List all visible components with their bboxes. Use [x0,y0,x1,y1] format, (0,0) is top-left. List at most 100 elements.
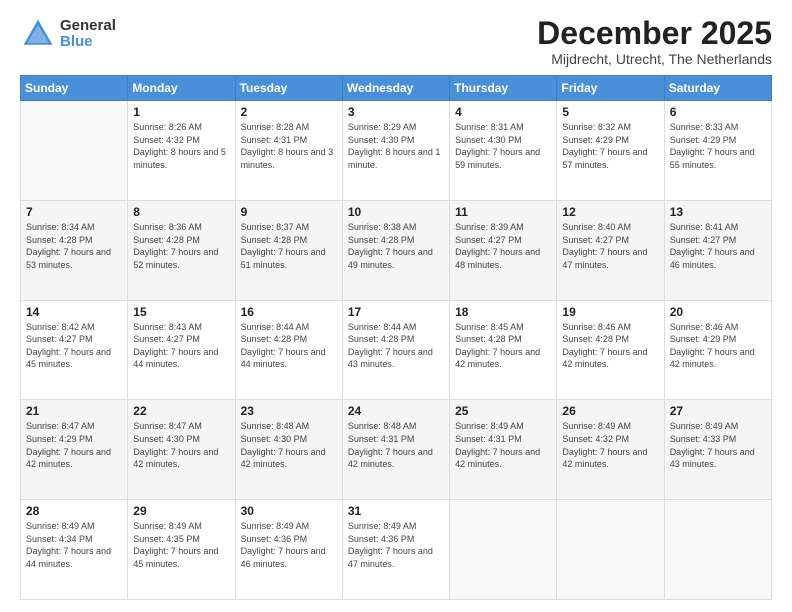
cell-info: Sunrise: 8:28 AMSunset: 4:31 PMDaylight:… [241,121,337,171]
cell-info: Sunrise: 8:44 AMSunset: 4:28 PMDaylight:… [348,321,444,371]
cell-info: Sunrise: 8:49 AMSunset: 4:32 PMDaylight:… [562,420,658,470]
cell-day-number: 15 [133,305,229,319]
page: General Blue December 2025 Mijdrecht, Ut… [0,0,792,612]
cell-info: Sunrise: 8:47 AMSunset: 4:29 PMDaylight:… [26,420,122,470]
cell-info: Sunrise: 8:49 AMSunset: 4:35 PMDaylight:… [133,520,229,570]
cell-day-number: 2 [241,105,337,119]
table-row: 18 Sunrise: 8:45 AMSunset: 4:28 PMDayligh… [450,300,557,400]
cell-info: Sunrise: 8:42 AMSunset: 4:27 PMDaylight:… [26,321,122,371]
table-row: 7Sunrise: 8:34 AMSunset: 4:28 PMDaylight… [21,200,128,300]
table-row: 16 Sunrise: 8:44 AMSunset: 4:28 PMDayligh… [235,300,342,400]
table-row: 24Sunrise: 8:48 AMSunset: 4:31 PMDayligh… [342,400,449,500]
cell-day-number: 20 [670,305,766,319]
cell-info: Sunrise: 8:45 AMSunset: 4:28 PMDaylight:… [455,321,551,371]
cell-info: Sunrise: 8:48 AMSunset: 4:30 PMDaylight:… [241,420,337,470]
month-title: December 2025 [537,16,772,51]
table-row: 1 Sunrise: 8:26 AMSunset: 4:32 PMDaylight… [128,101,235,201]
location: Mijdrecht, Utrecht, The Netherlands [537,51,772,67]
logo-general-text: General [60,18,116,35]
cell-day-number: 17 [348,305,444,319]
table-row: 19Sunrise: 8:46 AMSunset: 4:28 PMDayligh… [557,300,664,400]
cell-info: Sunrise: 8:49 AMSunset: 4:33 PMDaylight:… [670,420,766,470]
cell-day-number: 16 [241,305,337,319]
cell-info: Sunrise: 8:33 AMSunset: 4:29 PMDaylight:… [670,121,766,171]
table-row: 8Sunrise: 8:36 AMSunset: 4:28 PMDaylight… [128,200,235,300]
table-row: 2 Sunrise: 8:28 AMSunset: 4:31 PMDaylight… [235,101,342,201]
cell-day-number: 12 [562,205,658,219]
cell-day-number: 6 [670,105,766,119]
col-saturday: Saturday [664,76,771,101]
cell-info: Sunrise: 8:49 AMSunset: 4:31 PMDaylight:… [455,420,551,470]
table-row: 26Sunrise: 8:49 AMSunset: 4:32 PMDayligh… [557,400,664,500]
cell-day-number: 1 [133,105,229,119]
cell-day-number: 27 [670,404,766,418]
cell-day-number: 31 [348,504,444,518]
cell-info: Sunrise: 8:47 AMSunset: 4:30 PMDaylight:… [133,420,229,470]
cell-info: Sunrise: 8:39 AMSunset: 4:27 PMDaylight:… [455,221,551,271]
cell-day-number: 10 [348,205,444,219]
table-row [664,500,771,600]
table-row: 9 Sunrise: 8:37 AMSunset: 4:28 PMDaylight… [235,200,342,300]
header: General Blue December 2025 Mijdrecht, Ut… [20,16,772,67]
cell-info: Sunrise: 8:46 AMSunset: 4:28 PMDaylight:… [562,321,658,371]
cell-day-number: 14 [26,305,122,319]
table-row: 11 Sunrise: 8:39 AMSunset: 4:27 PMDayligh… [450,200,557,300]
calendar-week-row: 7Sunrise: 8:34 AMSunset: 4:28 PMDaylight… [21,200,772,300]
table-row: 17 Sunrise: 8:44 AMSunset: 4:28 PMDayligh… [342,300,449,400]
logo: General Blue [20,16,116,52]
col-tuesday: Tuesday [235,76,342,101]
col-wednesday: Wednesday [342,76,449,101]
table-row: 13Sunrise: 8:41 AMSunset: 4:27 PMDayligh… [664,200,771,300]
cell-day-number: 9 [241,205,337,219]
cell-day-number: 11 [455,205,551,219]
table-row: 15 Sunrise: 8:43 AMSunset: 4:27 PMDayligh… [128,300,235,400]
table-row [450,500,557,600]
table-row: 22 Sunrise: 8:47 AMSunset: 4:30 PMDayligh… [128,400,235,500]
logo-text: General Blue [60,18,116,51]
cell-info: Sunrise: 8:49 AMSunset: 4:34 PMDaylight:… [26,520,122,570]
cell-info: Sunrise: 8:43 AMSunset: 4:27 PMDaylight:… [133,321,229,371]
header-row: Sunday Monday Tuesday Wednesday Thursday… [21,76,772,101]
logo-icon [20,16,56,52]
cell-info: Sunrise: 8:40 AMSunset: 4:27 PMDaylight:… [562,221,658,271]
cell-day-number: 28 [26,504,122,518]
calendar-week-row: 21 Sunrise: 8:47 AMSunset: 4:29 PMDayligh… [21,400,772,500]
calendar-week-row: 1 Sunrise: 8:26 AMSunset: 4:32 PMDaylight… [21,101,772,201]
logo-blue-text: Blue [60,34,116,51]
cell-info: Sunrise: 8:49 AMSunset: 4:36 PMDaylight:… [348,520,444,570]
col-thursday: Thursday [450,76,557,101]
cell-info: Sunrise: 8:49 AMSunset: 4:36 PMDaylight:… [241,520,337,570]
table-row: 14 Sunrise: 8:42 AMSunset: 4:27 PMDayligh… [21,300,128,400]
cell-info: Sunrise: 8:36 AMSunset: 4:28 PMDaylight:… [133,221,229,271]
calendar-table: Sunday Monday Tuesday Wednesday Thursday… [20,75,772,600]
cell-day-number: 21 [26,404,122,418]
cell-info: Sunrise: 8:46 AMSunset: 4:29 PMDaylight:… [670,321,766,371]
cell-info: Sunrise: 8:41 AMSunset: 4:27 PMDaylight:… [670,221,766,271]
table-row: 31 Sunrise: 8:49 AMSunset: 4:36 PMDayligh… [342,500,449,600]
col-sunday: Sunday [21,76,128,101]
cell-info: Sunrise: 8:29 AMSunset: 4:30 PMDaylight:… [348,121,444,171]
cell-day-number: 3 [348,105,444,119]
table-row: 27 Sunrise: 8:49 AMSunset: 4:33 PMDayligh… [664,400,771,500]
cell-info: Sunrise: 8:26 AMSunset: 4:32 PMDaylight:… [133,121,229,171]
table-row: 12 Sunrise: 8:40 AMSunset: 4:27 PMDayligh… [557,200,664,300]
cell-day-number: 22 [133,404,229,418]
calendar-week-row: 14 Sunrise: 8:42 AMSunset: 4:27 PMDayligh… [21,300,772,400]
cell-info: Sunrise: 8:48 AMSunset: 4:31 PMDaylight:… [348,420,444,470]
cell-day-number: 5 [562,105,658,119]
cell-info: Sunrise: 8:37 AMSunset: 4:28 PMDaylight:… [241,221,337,271]
cell-day-number: 30 [241,504,337,518]
cell-day-number: 18 [455,305,551,319]
table-row [21,101,128,201]
cell-info: Sunrise: 8:34 AMSunset: 4:28 PMDaylight:… [26,221,122,271]
cell-info: Sunrise: 8:44 AMSunset: 4:28 PMDaylight:… [241,321,337,371]
col-friday: Friday [557,76,664,101]
cell-info: Sunrise: 8:32 AMSunset: 4:29 PMDaylight:… [562,121,658,171]
cell-day-number: 25 [455,404,551,418]
table-row: 28 Sunrise: 8:49 AMSunset: 4:34 PMDayligh… [21,500,128,600]
table-row: 20 Sunrise: 8:46 AMSunset: 4:29 PMDayligh… [664,300,771,400]
cell-day-number: 23 [241,404,337,418]
table-row: 30 Sunrise: 8:49 AMSunset: 4:36 PMDayligh… [235,500,342,600]
table-row [557,500,664,600]
table-row: 21 Sunrise: 8:47 AMSunset: 4:29 PMDayligh… [21,400,128,500]
